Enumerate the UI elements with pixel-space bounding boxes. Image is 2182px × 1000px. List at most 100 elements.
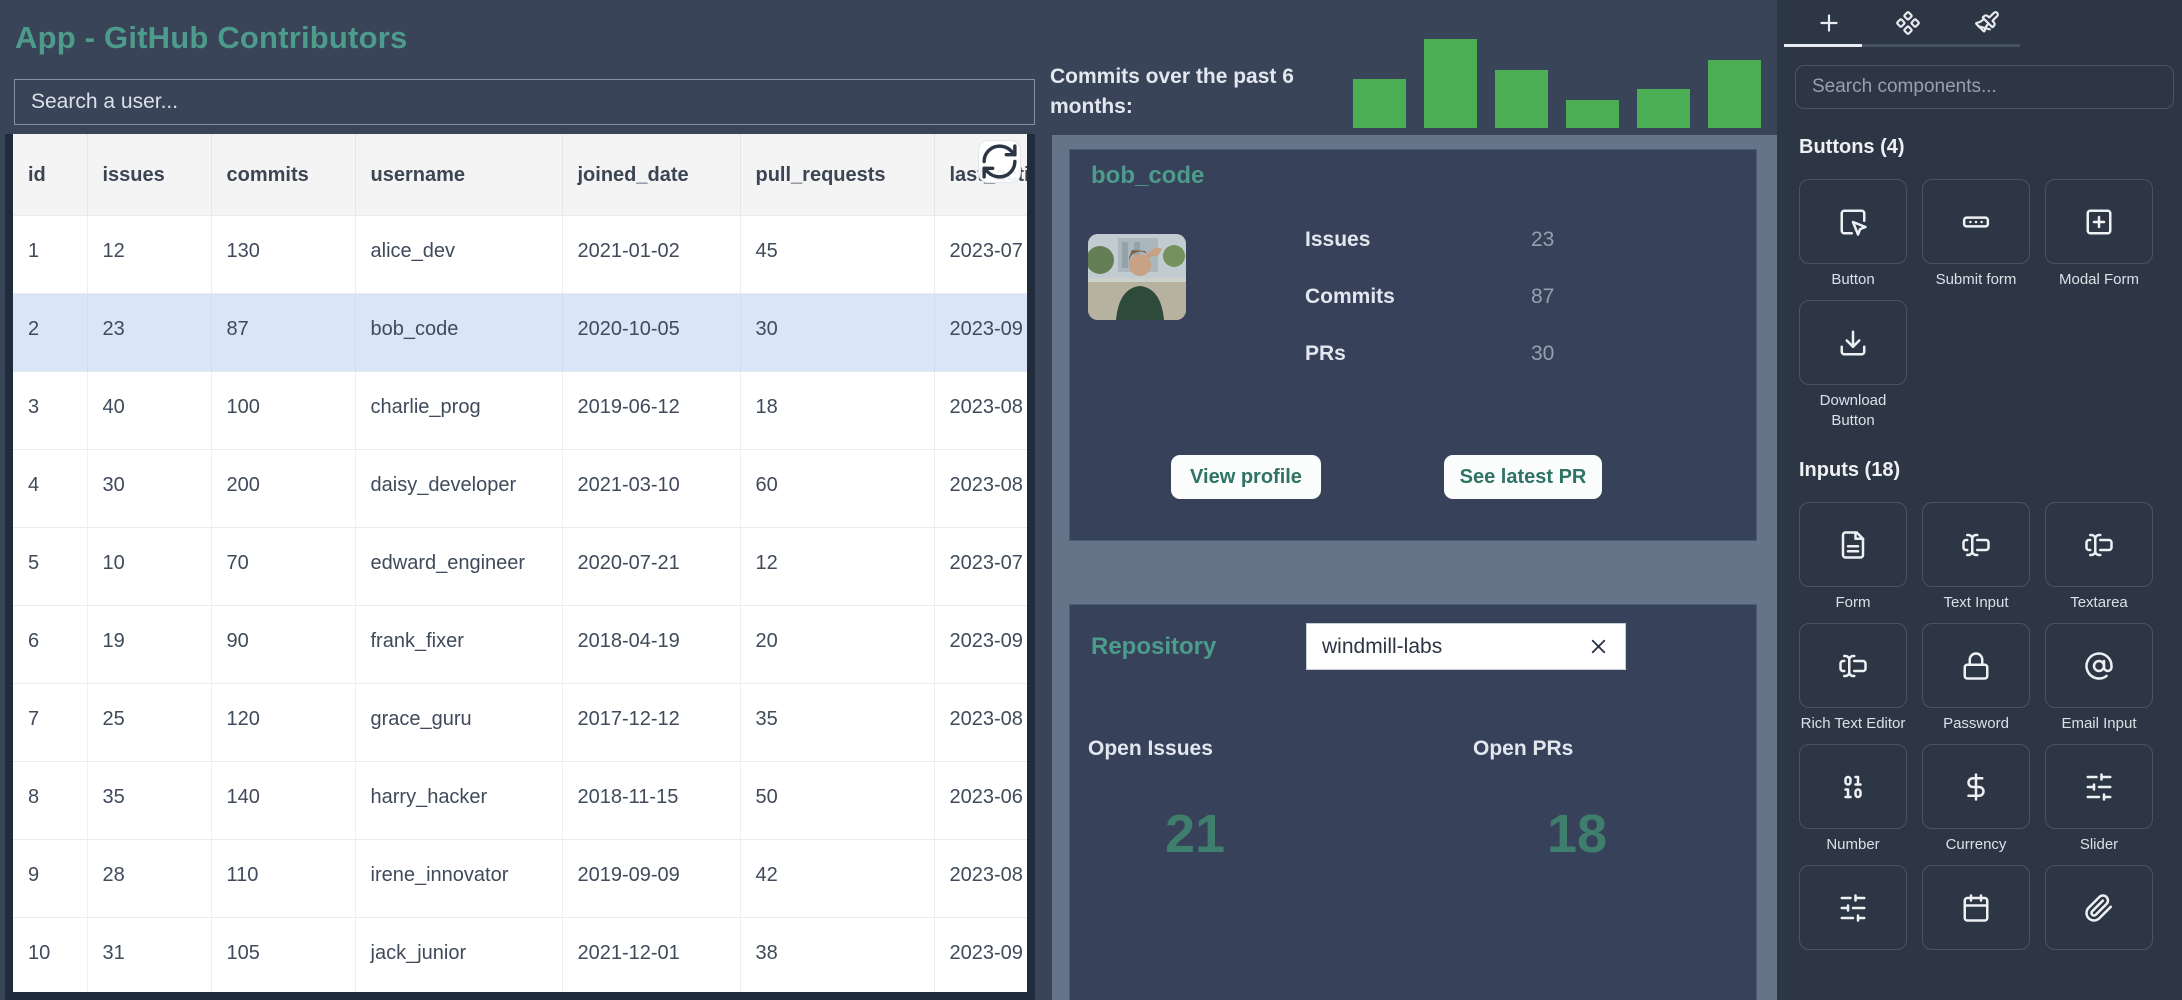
plus-icon: [1816, 10, 1842, 36]
component-card-password[interactable]: Password: [1922, 623, 2030, 734]
component-tile[interactable]: [1799, 865, 1907, 950]
repository-input[interactable]: [1322, 635, 1587, 659]
repository-card: Repository Open Issues Open PRs 21 18: [1069, 604, 1757, 1000]
component-card-download-button[interactable]: Download Button: [1799, 300, 1907, 431]
table-cell: 38: [740, 918, 934, 996]
search-user-input[interactable]: [14, 79, 1035, 125]
component-tile[interactable]: [2045, 179, 2153, 264]
component-card-textarea[interactable]: Textarea: [2045, 502, 2153, 613]
column-header-username[interactable]: username: [355, 134, 562, 216]
component-tile[interactable]: [1922, 744, 2030, 829]
component-label: Submit form: [1936, 270, 2017, 290]
component-tile[interactable]: [1922, 179, 2030, 264]
component-tile[interactable]: [1922, 865, 2030, 950]
component-card-submit-form[interactable]: Submit form: [1922, 179, 2030, 290]
table-cell: 70: [211, 528, 355, 606]
component-card-rich-text-editor[interactable]: Rich Text Editor: [1799, 623, 1907, 734]
search-components-input[interactable]: [1795, 65, 2174, 109]
table-cell: 19: [87, 606, 211, 684]
column-header-id[interactable]: id: [13, 134, 87, 216]
column-header-pull_requests[interactable]: pull_requests: [740, 134, 934, 216]
table-cell: 23: [87, 294, 211, 372]
table-cell: alice_dev: [355, 216, 562, 294]
component-tile[interactable]: [1922, 623, 2030, 708]
component-tile[interactable]: [2045, 744, 2153, 829]
component-tile[interactable]: [1799, 179, 1907, 264]
component-label: Button: [1831, 270, 1874, 290]
table-cell: 7: [13, 684, 87, 762]
table-row[interactable]: 835140harry_hacker2018-11-15502023-06: [13, 762, 1034, 840]
table-row[interactable]: 51070edward_engineer2020-07-21122023-07: [13, 528, 1034, 606]
component-card-calendar[interactable]: [1922, 865, 2030, 976]
table-row[interactable]: 112130alice_dev2021-01-02452023-07: [13, 216, 1034, 294]
table-row[interactable]: 1031105jack_junior2021-12-01382023-09: [13, 918, 1034, 996]
column-header-issues[interactable]: issues: [87, 134, 211, 216]
component-card-email-input[interactable]: Email Input: [2045, 623, 2153, 734]
table-cell: 110: [211, 840, 355, 918]
view-profile-button[interactable]: View profile: [1171, 455, 1321, 499]
table-cell: 2018-04-19: [562, 606, 740, 684]
table-cell: 12: [87, 216, 211, 294]
see-latest-pr-button[interactable]: See latest PR: [1444, 455, 1602, 499]
tab-add-component[interactable]: [1816, 10, 1842, 36]
component-tile[interactable]: [1799, 300, 1907, 385]
component-tile[interactable]: [2045, 502, 2153, 587]
at-sign-icon: [2084, 651, 2114, 681]
component-sidebar: Buttons (4)ButtonSubmit formModal FormDo…: [1777, 0, 2182, 1000]
active-tab-indicator: [1784, 44, 1862, 47]
page-title: App - GitHub Contributors: [15, 20, 407, 56]
table-cell: 30: [740, 294, 934, 372]
component-card-text-input[interactable]: Text Input: [1922, 502, 2030, 613]
table-row[interactable]: 430200daisy_developer2021-03-10602023-08: [13, 450, 1034, 528]
table-cell: 18: [740, 372, 934, 450]
table-body: 112130alice_dev2021-01-02452023-0722387b…: [13, 216, 1034, 996]
component-card-button[interactable]: Button: [1799, 179, 1907, 290]
table-cell: 12: [740, 528, 934, 606]
table-row[interactable]: 61990frank_fixer2018-04-19202023-09: [13, 606, 1034, 684]
open-prs-label: Open PRs: [1473, 737, 1573, 761]
sliders-icon: [2084, 772, 2114, 802]
commit-bar: [1353, 79, 1406, 128]
table-cell: 60: [740, 450, 934, 528]
table-row[interactable]: 725120grace_guru2017-12-12352023-08: [13, 684, 1034, 762]
component-card-number[interactable]: Number: [1799, 744, 1907, 855]
table-cell: 2: [13, 294, 87, 372]
table-cell: daisy_developer: [355, 450, 562, 528]
component-card-paperclip[interactable]: [2045, 865, 2153, 976]
component-card-sliders[interactable]: [1799, 865, 1907, 976]
table-row[interactable]: 928110irene_innovator2019-09-09422023-08: [13, 840, 1034, 918]
component-card-form[interactable]: Form: [1799, 502, 1907, 613]
commit-bar: [1708, 60, 1761, 128]
component-card-slider[interactable]: Slider: [2045, 744, 2153, 855]
section-title: Inputs (18): [1799, 459, 2164, 482]
column-header-commits[interactable]: commits: [211, 134, 355, 216]
component-tile[interactable]: [2045, 623, 2153, 708]
component-tile[interactable]: [1799, 502, 1907, 587]
submit-form-icon: [1961, 207, 1991, 237]
stat-label: Commits: [1305, 285, 1531, 309]
clear-input-icon[interactable]: [1587, 635, 1610, 658]
table-cell: 140: [211, 762, 355, 840]
component-tile[interactable]: [1799, 744, 1907, 829]
component-card-currency[interactable]: Currency: [1922, 744, 2030, 855]
table-cell: 2023-08: [934, 372, 1034, 450]
commits-chart-label-line1: Commits over the past 6: [1050, 62, 1360, 92]
table-cell: irene_innovator: [355, 840, 562, 918]
refresh-table-button[interactable]: [978, 140, 1021, 183]
file-text-icon: [1838, 530, 1868, 560]
table-cell: 4: [13, 450, 87, 528]
component-tile[interactable]: [2045, 865, 2153, 950]
table-cell: 2023-09: [934, 294, 1034, 372]
table-cell: 2019-09-09: [562, 840, 740, 918]
column-header-joined_date[interactable]: joined_date: [562, 134, 740, 216]
table-row[interactable]: 340100charlie_prog2019-06-12182023-08: [13, 372, 1034, 450]
component-card-modal-form[interactable]: Modal Form: [2045, 179, 2153, 290]
tab-styling[interactable]: [1974, 10, 2000, 36]
component-tile[interactable]: [1922, 502, 2030, 587]
table-cell: 100: [211, 372, 355, 450]
repository-input-wrapper: [1306, 623, 1626, 670]
table-row[interactable]: 22387bob_code2020-10-05302023-09: [13, 294, 1034, 372]
table-cell: 28: [87, 840, 211, 918]
component-tile[interactable]: [1799, 623, 1907, 708]
tab-components[interactable]: [1895, 10, 1921, 36]
